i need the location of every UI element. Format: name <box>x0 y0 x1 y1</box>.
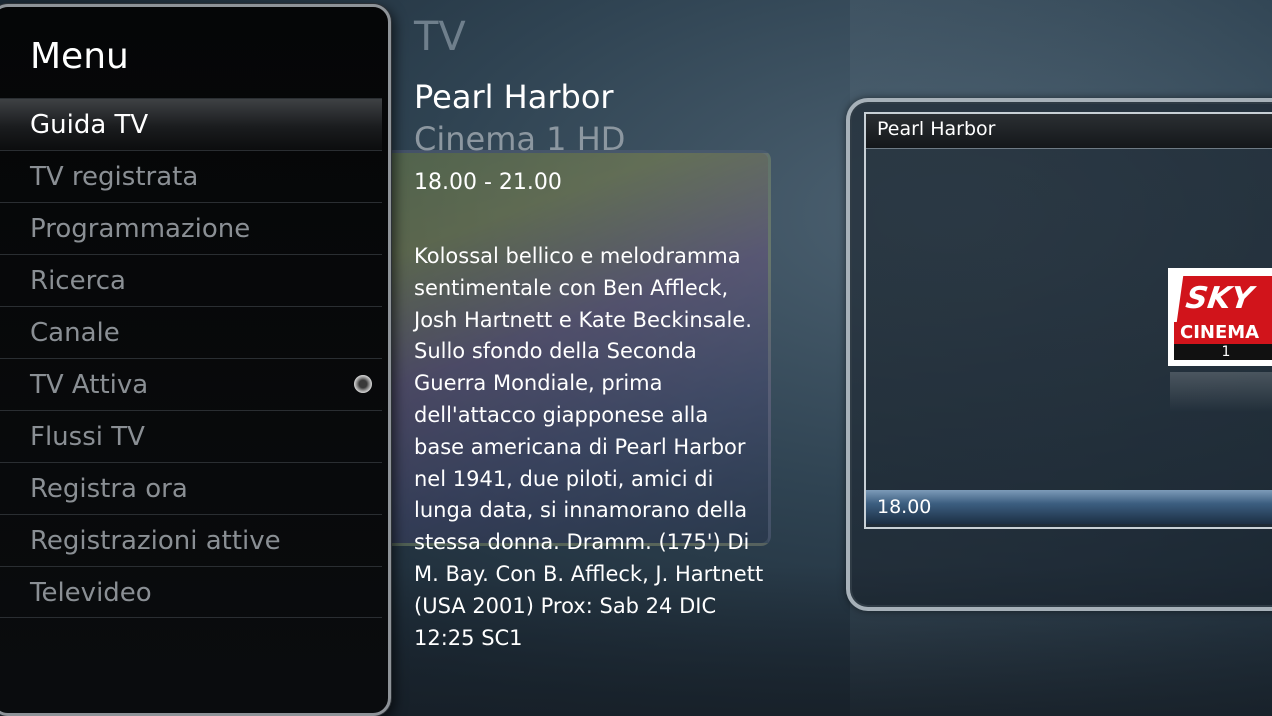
menu-item-label: TV registrata <box>30 162 199 192</box>
preview-title: Pearl Harbor <box>877 118 996 140</box>
channel-logo-number: 1 <box>1174 344 1272 360</box>
menu-item-label: Registrazioni attive <box>30 526 281 556</box>
menu-title: Menu <box>30 36 129 77</box>
menu-item-programmazione[interactable]: Programmazione <box>0 202 382 254</box>
menu-item-tv-attiva[interactable]: TV Attiva <box>0 358 382 410</box>
menu-item-tv-registrata[interactable]: TV registrata <box>0 150 382 202</box>
menu-item-label: Canale <box>30 318 120 348</box>
menu-item-label: Televideo <box>30 578 152 608</box>
menu-list: Guida TV TV registrata Programmazione Ri… <box>0 98 382 618</box>
menu-item-label: Flussi TV <box>30 422 145 452</box>
preview-time: 18.00 <box>877 496 932 518</box>
menu-item-registrazioni-attive[interactable]: Registrazioni attive <box>0 514 382 566</box>
menu-item-registra-ora[interactable]: Registra ora <box>0 462 382 514</box>
channel-name: Cinema 1 HD <box>414 120 626 158</box>
channel-logo-reflection <box>1170 372 1272 412</box>
menu-item-flussi-tv[interactable]: Flussi TV <box>0 410 382 462</box>
menu-item-label: Registra ora <box>30 474 188 504</box>
dot-icon <box>354 375 372 393</box>
menu-item-televideo[interactable]: Televideo <box>0 566 382 618</box>
menu-item-guida-tv[interactable]: Guida TV <box>0 98 382 150</box>
program-time-range: 18.00 - 21.00 <box>414 170 562 195</box>
section-title: TV <box>414 14 466 60</box>
channel-logo-sky: SKY <box>1176 276 1272 322</box>
program-title: Pearl Harbor <box>414 78 614 116</box>
menu-item-canale[interactable]: Canale <box>0 306 382 358</box>
menu-item-label: TV Attiva <box>30 370 149 400</box>
menu-item-label: Ricerca <box>30 266 126 296</box>
menu-item-ricerca[interactable]: Ricerca <box>0 254 382 306</box>
channel-logo-cinema: CINEMA <box>1174 322 1272 344</box>
program-description: Kolossal bellico e melodramma sentimenta… <box>414 244 764 650</box>
menu-item-label: Programmazione <box>30 214 251 244</box>
menu-item-label: Guida TV <box>30 110 149 140</box>
